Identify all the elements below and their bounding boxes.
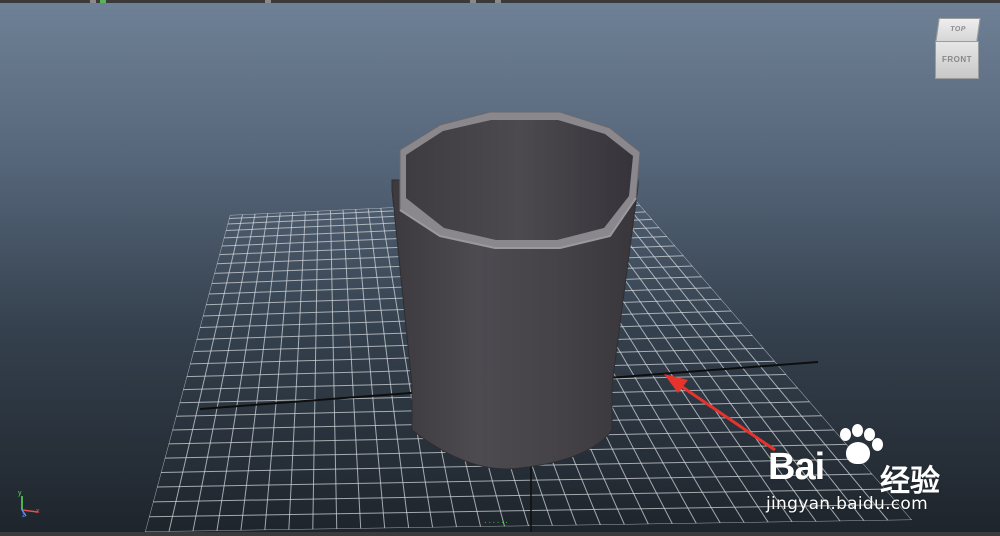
hud-readout: ...... (483, 518, 509, 526)
cylinder[interactable] (391, 111, 641, 470)
grid-line (342, 209, 362, 529)
status-strip (0, 532, 1000, 536)
view-cube-front[interactable]: FRONT (935, 41, 979, 79)
axis-y-label: y (18, 490, 22, 497)
baidu-jingyan-watermark: Bai 经验 jingyan.baidu.com (762, 424, 962, 520)
grid-line (145, 214, 231, 532)
grid-line (168, 214, 244, 532)
view-cube-top[interactable]: TOP (935, 18, 981, 42)
annotation-arrow (664, 374, 776, 452)
grid-line (288, 211, 306, 530)
axis-x-label: x (36, 508, 40, 515)
cylinder-inner (406, 120, 633, 240)
grid-line (264, 211, 294, 531)
watermark-url: jingyan.baidu.com (766, 494, 928, 514)
watermark-brand: Bai (768, 446, 858, 489)
3d-viewport[interactable]: TOP FRONT y x z ...... Bai 经验 jingyan.ba… (0, 0, 1000, 536)
watermark-brand-text: Bai (768, 446, 825, 488)
view-cube[interactable]: TOP FRONT (930, 18, 981, 80)
grid-line (312, 210, 319, 530)
axis-indicator: y x z (12, 490, 52, 520)
grid-line (330, 210, 338, 530)
axis-z-label: z (22, 512, 26, 519)
